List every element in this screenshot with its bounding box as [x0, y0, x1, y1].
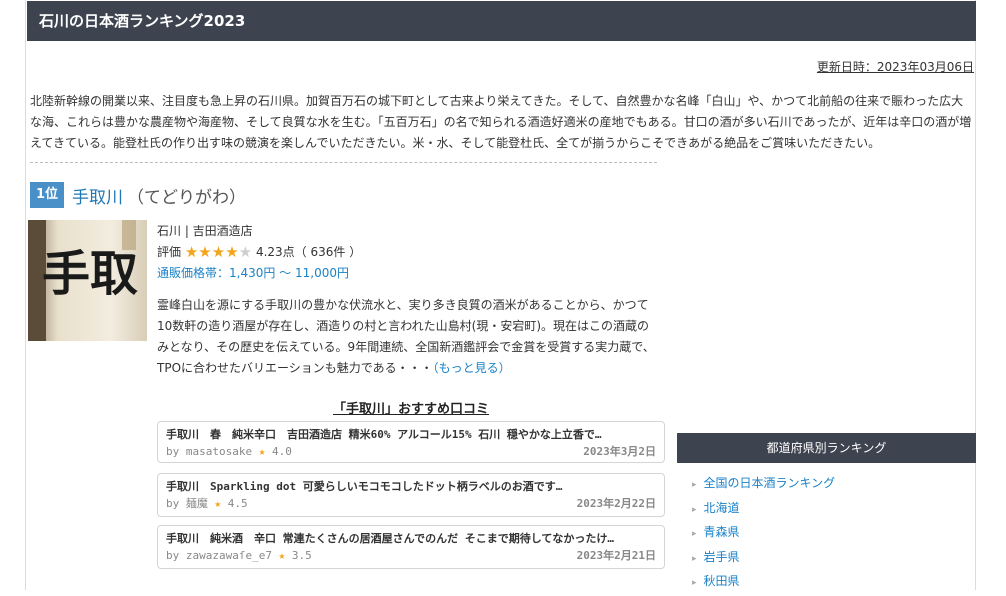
prefecture-label: 北海道 [703, 500, 740, 515]
star-icon: ★ [225, 243, 239, 261]
prefecture-label: 全国の日本酒ランキング [703, 476, 836, 490]
star-icon: ★ [184, 243, 199, 261]
page-title-bar: 石川の日本酒ランキング2023 [27, 1, 976, 41]
star-icon: ★ [214, 497, 222, 510]
sake-description: 霊峰白山を源にする手取川の豊かな伏流水と、実り多き良質の酒米があることから、かつ… [157, 295, 659, 379]
review-card[interactable]: 手取川 春 純米辛口 吉田酒造店 精米60% アルコール15% 石川 穏やかな上… [157, 421, 665, 463]
chevron-right-icon: ▸ [692, 553, 697, 564]
review-meta: by 麺魔 ★ 4.5 2023年2月22日 [158, 496, 664, 512]
chevron-right-icon: ▸ [692, 529, 697, 539]
rating-text: 4.23点（ 636件 ） [255, 245, 362, 259]
review-card[interactable]: 手取川 純米酒 辛口 常連たくさんの居酒屋さんでのんだ そこまで期待してなかった… [157, 525, 665, 569]
review-user: by 麺魔 [166, 497, 208, 510]
updated-date: 更新日時：2023年03月06日 [816, 60, 974, 74]
prefecture-ranking-header: 都道府県別ランキング [677, 433, 976, 463]
review-user: by masatosake [166, 445, 253, 458]
sake-bottle-image[interactable]: 手取 [28, 220, 147, 341]
prefecture-label: 岩手県 [703, 549, 740, 564]
prefecture-link[interactable]: ▸ 北海道 [692, 496, 835, 521]
divider [30, 162, 657, 163]
prefecture-link[interactable]: ▸ 青森県 [692, 520, 835, 545]
sake-info: 石川 | 吉田酒造店 評価 ★★★★★ 4.23点（ 636件 ） 通販価格帯：… [157, 221, 657, 284]
sake-name-kana: （てどりがわ） [127, 187, 247, 208]
review-user: by zawazawaſe_e7 [166, 549, 272, 562]
review-text: 手取川 Sparkling dot 可愛らしいモコモコしたドット柄ラベルのお酒で… [166, 480, 563, 493]
review-text: 手取川 春 純米辛口 吉田酒造店 精米60% アルコール15% 石川 穏やかな上… [166, 428, 602, 441]
prefecture-list: ▸ 全国の日本酒ランキング ▸ 北海道 ▸ 青森県 ▸ 岩手県 ▸ 秋田県 [692, 471, 835, 594]
review-meta: by zawazawaſe_e7 ★ 3.5 2023年2月21日 [158, 548, 664, 564]
star-icon: ★ [198, 243, 212, 261]
rank-badge: 1位 [30, 182, 65, 208]
rating-stars: ★★★★★ [185, 243, 252, 261]
bottle-label-text: 手取 [42, 246, 138, 302]
review-card[interactable]: 手取川 Sparkling dot 可愛らしいモコモコしたドット柄ラベルのお酒で… [157, 473, 665, 517]
rating-row: 評価 ★★★★★ 4.23点（ 636件 ） [157, 242, 657, 263]
price-range-link[interactable]: 通販価格帯：1,430円 ～ 11,000円 [157, 263, 657, 284]
prefecture-label: 青森県 [703, 525, 740, 539]
page-title: 石川の日本酒ランキング2023 [39, 12, 246, 30]
star-icon: ★ [238, 243, 253, 261]
rating-label: 評価 [157, 245, 182, 259]
review-date: 2023年3月2日 [583, 445, 656, 458]
prefecture-link[interactable]: ▸ 全国の日本酒ランキング [692, 471, 835, 496]
description-text: 霊峰白山を源にする手取川の豊かな伏流水と、実り多き良質の酒米があることから、かつ… [157, 298, 655, 375]
chevron-right-icon: ▸ [692, 480, 697, 490]
review-score: 4.0 [271, 445, 292, 458]
review-score: 3.5 [291, 549, 312, 562]
review-score: 4.5 [227, 497, 248, 510]
star-icon: ★ [211, 243, 226, 261]
prefecture-label: 秋田県 [703, 574, 740, 588]
more-link[interactable]: （もっと見る） [433, 361, 511, 375]
intro-text: 北陸新幹線の開業以来、注目度も急上昇の石川県。加賀百万石の城下町として古来より栄… [30, 94, 972, 150]
chevron-right-icon: ▸ [692, 578, 697, 588]
sake-name-link[interactable]: 手取川 [72, 188, 123, 208]
review-text: 手取川 純米酒 辛口 常連たくさんの居酒屋さんでのんだ そこまで期待してなかった… [166, 532, 614, 545]
star-icon: ★ [278, 549, 286, 562]
review-meta: by masatosake ★ 4.0 2023年3月2日 [158, 444, 664, 460]
brewery-location: 石川 | 吉田酒造店 [157, 224, 253, 238]
rank-heading: 1位 手取川 （てどりがわ） [30, 182, 246, 208]
star-icon: ★ [258, 445, 266, 458]
review-date: 2023年2月21日 [576, 549, 656, 562]
reviews-title[interactable]: 「手取川」おすすめ口コミ [157, 398, 665, 417]
chevron-right-icon: ▸ [692, 504, 697, 515]
prefecture-link[interactable]: ▸ 岩手県 [692, 545, 835, 570]
review-date: 2023年2月22日 [576, 497, 656, 510]
